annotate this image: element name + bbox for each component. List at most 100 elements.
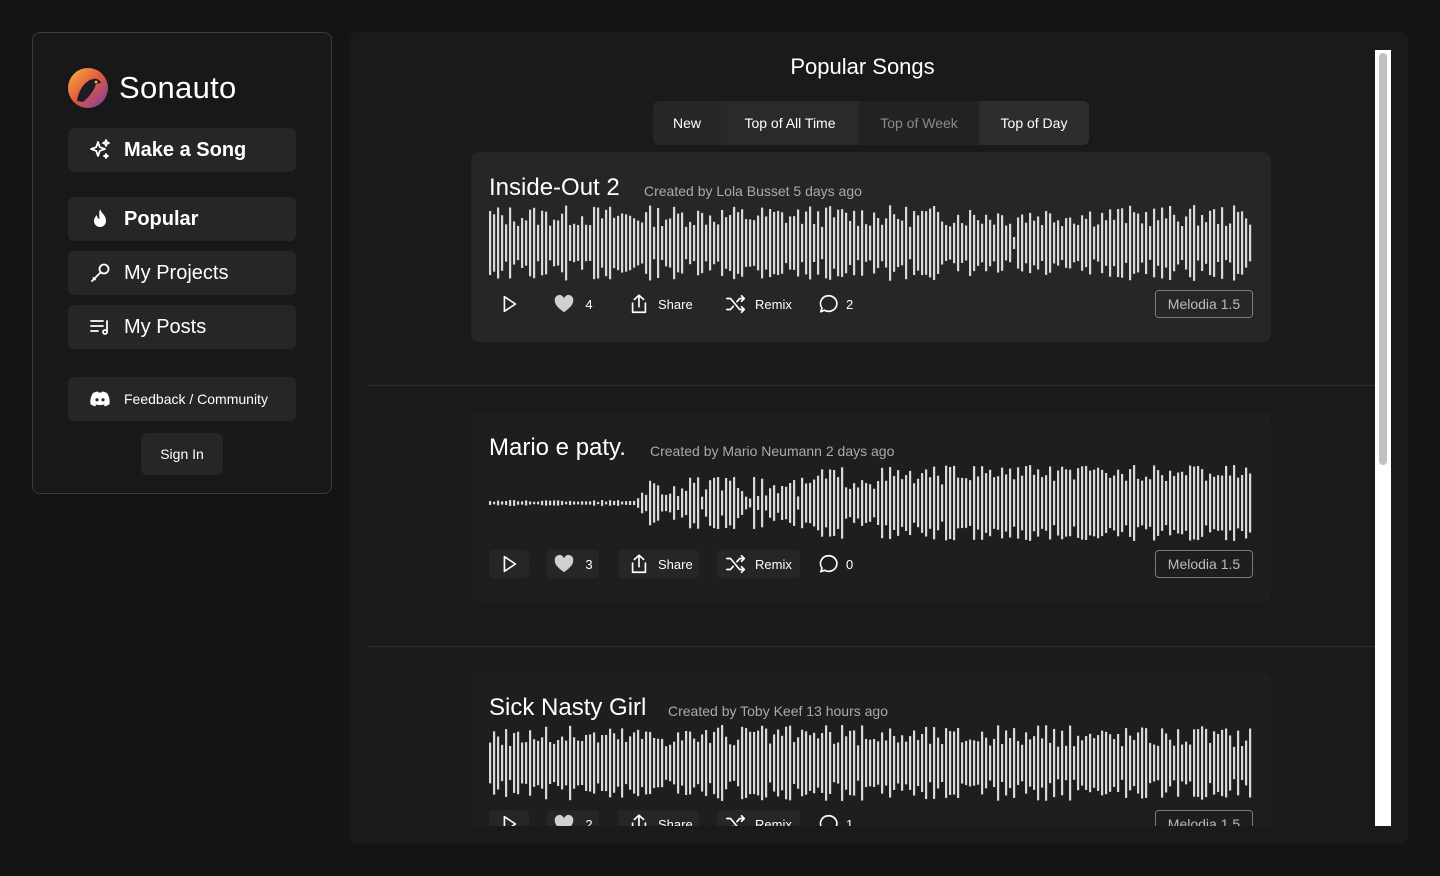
waveform-bar	[1045, 211, 1048, 275]
waveform-bar	[1097, 735, 1100, 791]
waveform-bar	[697, 741, 700, 785]
make-song-button[interactable]: Make a Song	[68, 128, 296, 172]
waveform-bar	[877, 481, 880, 525]
waveform-bar	[945, 225, 948, 261]
waveform-bar	[1053, 480, 1056, 526]
waveform-bar	[565, 501, 568, 505]
waveform-bar	[857, 745, 860, 781]
feedback-community-button[interactable]: Feedback / Community	[68, 377, 296, 421]
share-button[interactable]: Share	[618, 550, 699, 578]
scrollbar[interactable]	[1375, 50, 1391, 826]
like-button[interactable]: 4	[547, 290, 599, 318]
page-title: Popular Songs	[790, 54, 935, 79]
waveform-bar	[1085, 218, 1088, 268]
remix-button[interactable]: Remix	[717, 550, 800, 578]
sidebar: Sonauto Make a Song Popular My Projects …	[32, 32, 332, 494]
waveform-bar	[973, 740, 976, 786]
waveform-bar	[1173, 214, 1176, 272]
waveform-bar	[573, 223, 576, 263]
waveform-bar	[957, 214, 960, 272]
tab-new[interactable]: New	[653, 101, 721, 145]
comment-button[interactable]: 2	[818, 290, 864, 318]
brand[interactable]: Sonauto	[67, 67, 237, 109]
waveform-bar	[793, 742, 796, 784]
waveform-bar	[849, 730, 852, 796]
waveform-bar	[1153, 208, 1156, 278]
like-count: 4	[585, 296, 593, 312]
waveform[interactable]	[489, 724, 1253, 802]
tab-top-week[interactable]: Top of Week	[859, 101, 979, 145]
sidebar-item-my-posts[interactable]: My Posts	[68, 305, 296, 349]
waveform-bar	[1069, 469, 1072, 537]
waveform-bar	[761, 207, 764, 279]
waveform-bar	[913, 730, 916, 796]
tab-top-day[interactable]: Top of Day	[979, 101, 1089, 145]
waveform-bar	[565, 205, 568, 281]
waveform-bar	[741, 491, 744, 515]
waveform-bar	[837, 742, 840, 784]
like-button[interactable]: 3	[547, 550, 599, 578]
waveform-bar	[861, 210, 864, 276]
scrollbar-thumb[interactable]	[1379, 53, 1387, 465]
waveform-bar	[1069, 217, 1072, 269]
waveform-bar	[661, 226, 664, 260]
waveform-bar	[897, 742, 900, 784]
waveform[interactable]	[489, 204, 1253, 282]
waveform-bar	[1041, 738, 1044, 788]
share-label: Share	[658, 296, 693, 312]
waveform-bar	[993, 477, 996, 529]
waveform-bar	[677, 496, 680, 510]
comment-button[interactable]: 0	[818, 550, 864, 578]
waveform-bar	[693, 224, 696, 262]
waveform-bar	[661, 738, 664, 788]
waveform-bar	[1005, 225, 1008, 261]
waveform-bar	[521, 742, 524, 784]
play-button[interactable]	[489, 550, 529, 578]
waveform-bar	[893, 214, 896, 272]
waveform-bar	[1077, 468, 1080, 538]
waveform-bar	[541, 500, 544, 506]
share-button[interactable]: Share	[618, 290, 699, 318]
waveform-bar	[969, 210, 972, 276]
sidebar-item-popular[interactable]: Popular	[68, 197, 296, 241]
waveform-bar	[1001, 215, 1004, 271]
waveform-bar	[949, 226, 952, 260]
waveform-bar	[1217, 475, 1220, 531]
waveform-bar	[885, 740, 888, 786]
waveform-bar	[1249, 473, 1252, 533]
waveform-bar	[1189, 744, 1192, 782]
waveform-bar	[525, 500, 528, 506]
sign-in-button[interactable]: Sign In	[141, 433, 223, 475]
waveform-bar	[945, 728, 948, 798]
waveform-bar	[649, 480, 652, 526]
waveform-bar	[1097, 224, 1100, 262]
waveform-bar	[637, 220, 640, 266]
remix-button[interactable]: Remix	[717, 290, 800, 318]
waveform-bar	[557, 500, 560, 506]
brand-name: Sonauto	[119, 70, 237, 105]
sidebar-item-my-projects[interactable]: My Projects	[68, 251, 296, 295]
waveform-bar	[1157, 220, 1160, 266]
song-title[interactable]: Sick Nasty Girl	[489, 694, 646, 722]
waveform-bar	[581, 216, 584, 270]
play-button[interactable]	[489, 290, 529, 318]
waveform-bar	[1069, 725, 1072, 801]
waveform-bar	[1093, 469, 1096, 537]
waveform-bar	[865, 483, 868, 523]
waveform-bar	[1073, 746, 1076, 780]
song-title[interactable]: Mario e paty.	[489, 434, 626, 462]
waveform-bar	[949, 467, 952, 539]
tab-top-all-time[interactable]: Top of All Time	[721, 101, 859, 145]
waveform-bar	[829, 206, 832, 280]
waveform-bar	[817, 475, 820, 531]
waveform-bar	[893, 476, 896, 530]
song-title[interactable]: Inside-Out 2	[489, 174, 620, 202]
waveform-bar	[821, 469, 824, 537]
waveform-bar	[545, 726, 548, 800]
waveform[interactable]	[489, 464, 1253, 542]
waveform-bar	[665, 746, 668, 780]
waveform-bar	[629, 215, 632, 271]
waveform-bar	[889, 205, 892, 281]
waveform-bar	[1025, 466, 1028, 540]
waveform-bar	[689, 731, 692, 795]
